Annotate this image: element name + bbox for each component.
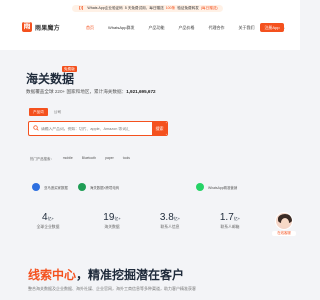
section-description: 整合海关数据及企业数据、海外社媒、企业官网，海外工商信息等多种渠道，助力客户精准… — [28, 286, 196, 291]
amazon-icon — [32, 183, 40, 191]
free-badge: 免费版 — [62, 66, 77, 72]
stat-label: 联系人信息 — [160, 225, 180, 229]
search-tabs: 产品词 公司 — [29, 108, 65, 116]
section-title: 线索中心，精准挖掘潜在客户 — [28, 266, 184, 283]
stat-label: 海关数据 — [104, 225, 120, 229]
partner-amazon[interactable]: 亚马逊买家数据 — [32, 183, 68, 191]
search-icon — [33, 125, 39, 131]
stat-label: 全球企业数据 — [36, 225, 60, 229]
stat-unit: 亿+ — [233, 216, 241, 221]
main-nav: 首页 WhatsApp群发 产品功能 产品价格 代理合作 关于我们 帮助中心 — [86, 25, 284, 31]
stat-label: 联系人邮箱 — [220, 225, 240, 229]
announcement-link[interactable]: (每日赠送) — [201, 5, 218, 12]
nav-item-features[interactable]: 产品功能 — [148, 25, 164, 31]
partner-customs[interactable]: 海关数据×跨境电商 — [78, 183, 119, 191]
search-button[interactable]: 搜索 — [152, 122, 167, 135]
hot-label: 热门产品搜索： — [30, 157, 54, 161]
nav-item-agency[interactable]: 代理合作 — [208, 25, 224, 31]
stat-value: 1.7 — [219, 212, 234, 223]
register-button[interactable]: 注册App — [260, 23, 284, 32]
stat-unit: 亿+ — [114, 216, 121, 221]
nav-item-whatsapp[interactable]: WhatsApp群发 — [108, 25, 134, 31]
search-box — [28, 121, 168, 136]
announcement-bar[interactable]: 【!】 Whats App企业验证码 5 天免费试用，每日赠送 100条 验证免… — [72, 5, 223, 12]
customer-service-widget[interactable]: 在线客服 — [272, 212, 296, 236]
stat-unit: 亿+ — [173, 216, 181, 221]
hero-desc-text: 数据覆盖全球 220+ 国家和地区，累计海关数据： — [26, 89, 127, 94]
announcement-text-2: 5 天免费试用，每日赠送 — [124, 6, 164, 10]
stat-contacts: 3.8亿+ 联系人信息 — [140, 212, 200, 230]
customs-count: 1,921,695,672 — [126, 89, 156, 94]
tab-company[interactable]: 公司 — [50, 108, 65, 116]
top-navbar: 【!】 Whats App企业验证码 5 天免费试用，每日赠送 100条 验证免… — [0, 0, 300, 50]
hot-searches: 热门产品搜索： mobile Bluetooth paper tools — [30, 156, 130, 161]
customs-icon — [78, 183, 86, 191]
customer-service-label: 在线客服 — [272, 231, 296, 236]
avatar — [275, 212, 293, 230]
hot-tag[interactable]: Bluetooth — [82, 156, 96, 161]
partner-label: 海关数据×跨境电商 — [90, 185, 120, 190]
hero-description: 数据覆盖全球 220+ 国家和地区，累计海关数据：1,921,695,672 — [26, 89, 156, 95]
search-input[interactable] — [41, 124, 161, 133]
warning-icon: 【!】 — [77, 6, 86, 10]
partner-whatsapp[interactable]: WhatsApp精准营销 — [196, 183, 237, 191]
announcement-text-3: 验证免费转发 — [177, 6, 199, 10]
stat-companies: 4亿+ 全球企业数据 — [18, 212, 78, 230]
announcement-highlight: 100条 — [165, 6, 176, 10]
nav-item-about[interactable]: 关于我们 — [238, 25, 254, 31]
partner-links: 亚马逊买家数据 海关数据×跨境电商 WhatsApp精准营销 — [32, 180, 282, 196]
stats-row: 4亿+ 全球企业数据 19亿+ 海关数据 3.8亿+ 联系人信息 1.7亿+ 联… — [0, 212, 300, 242]
page-title: 海关数据 — [26, 72, 75, 86]
hot-tag[interactable]: tools — [123, 156, 130, 161]
hot-tag[interactable]: paper — [105, 156, 114, 161]
brand-logo[interactable]: 雨 雨果魔方 — [22, 22, 60, 32]
stat-emails: 1.7亿+ 联系人邮箱 — [200, 212, 260, 230]
partner-label: 亚马逊买家数据 — [44, 185, 68, 190]
partner-label: WhatsApp精准营销 — [208, 185, 238, 190]
section-title-accent: 线索中心 — [28, 268, 77, 282]
nav-item-home[interactable]: 首页 — [86, 25, 94, 31]
hot-tag[interactable]: mobile — [63, 156, 73, 161]
stat-value: 3.8 — [159, 212, 174, 223]
nav-item-pricing[interactable]: 产品价格 — [178, 25, 194, 31]
section-title-rest: ，精准挖掘潜在客户 — [76, 268, 185, 282]
whatsapp-icon — [196, 183, 204, 191]
stat-value: 19 — [103, 212, 115, 223]
announcement-text-1: Whats App企业验证码 — [87, 6, 123, 10]
stat-unit: 亿+ — [47, 216, 54, 221]
stat-customs: 19亿+ 海关数据 — [82, 212, 142, 230]
brand-name: 雨果魔方 — [35, 25, 60, 32]
tab-product[interactable]: 产品词 — [29, 108, 48, 116]
logo-icon: 雨 — [22, 22, 32, 32]
